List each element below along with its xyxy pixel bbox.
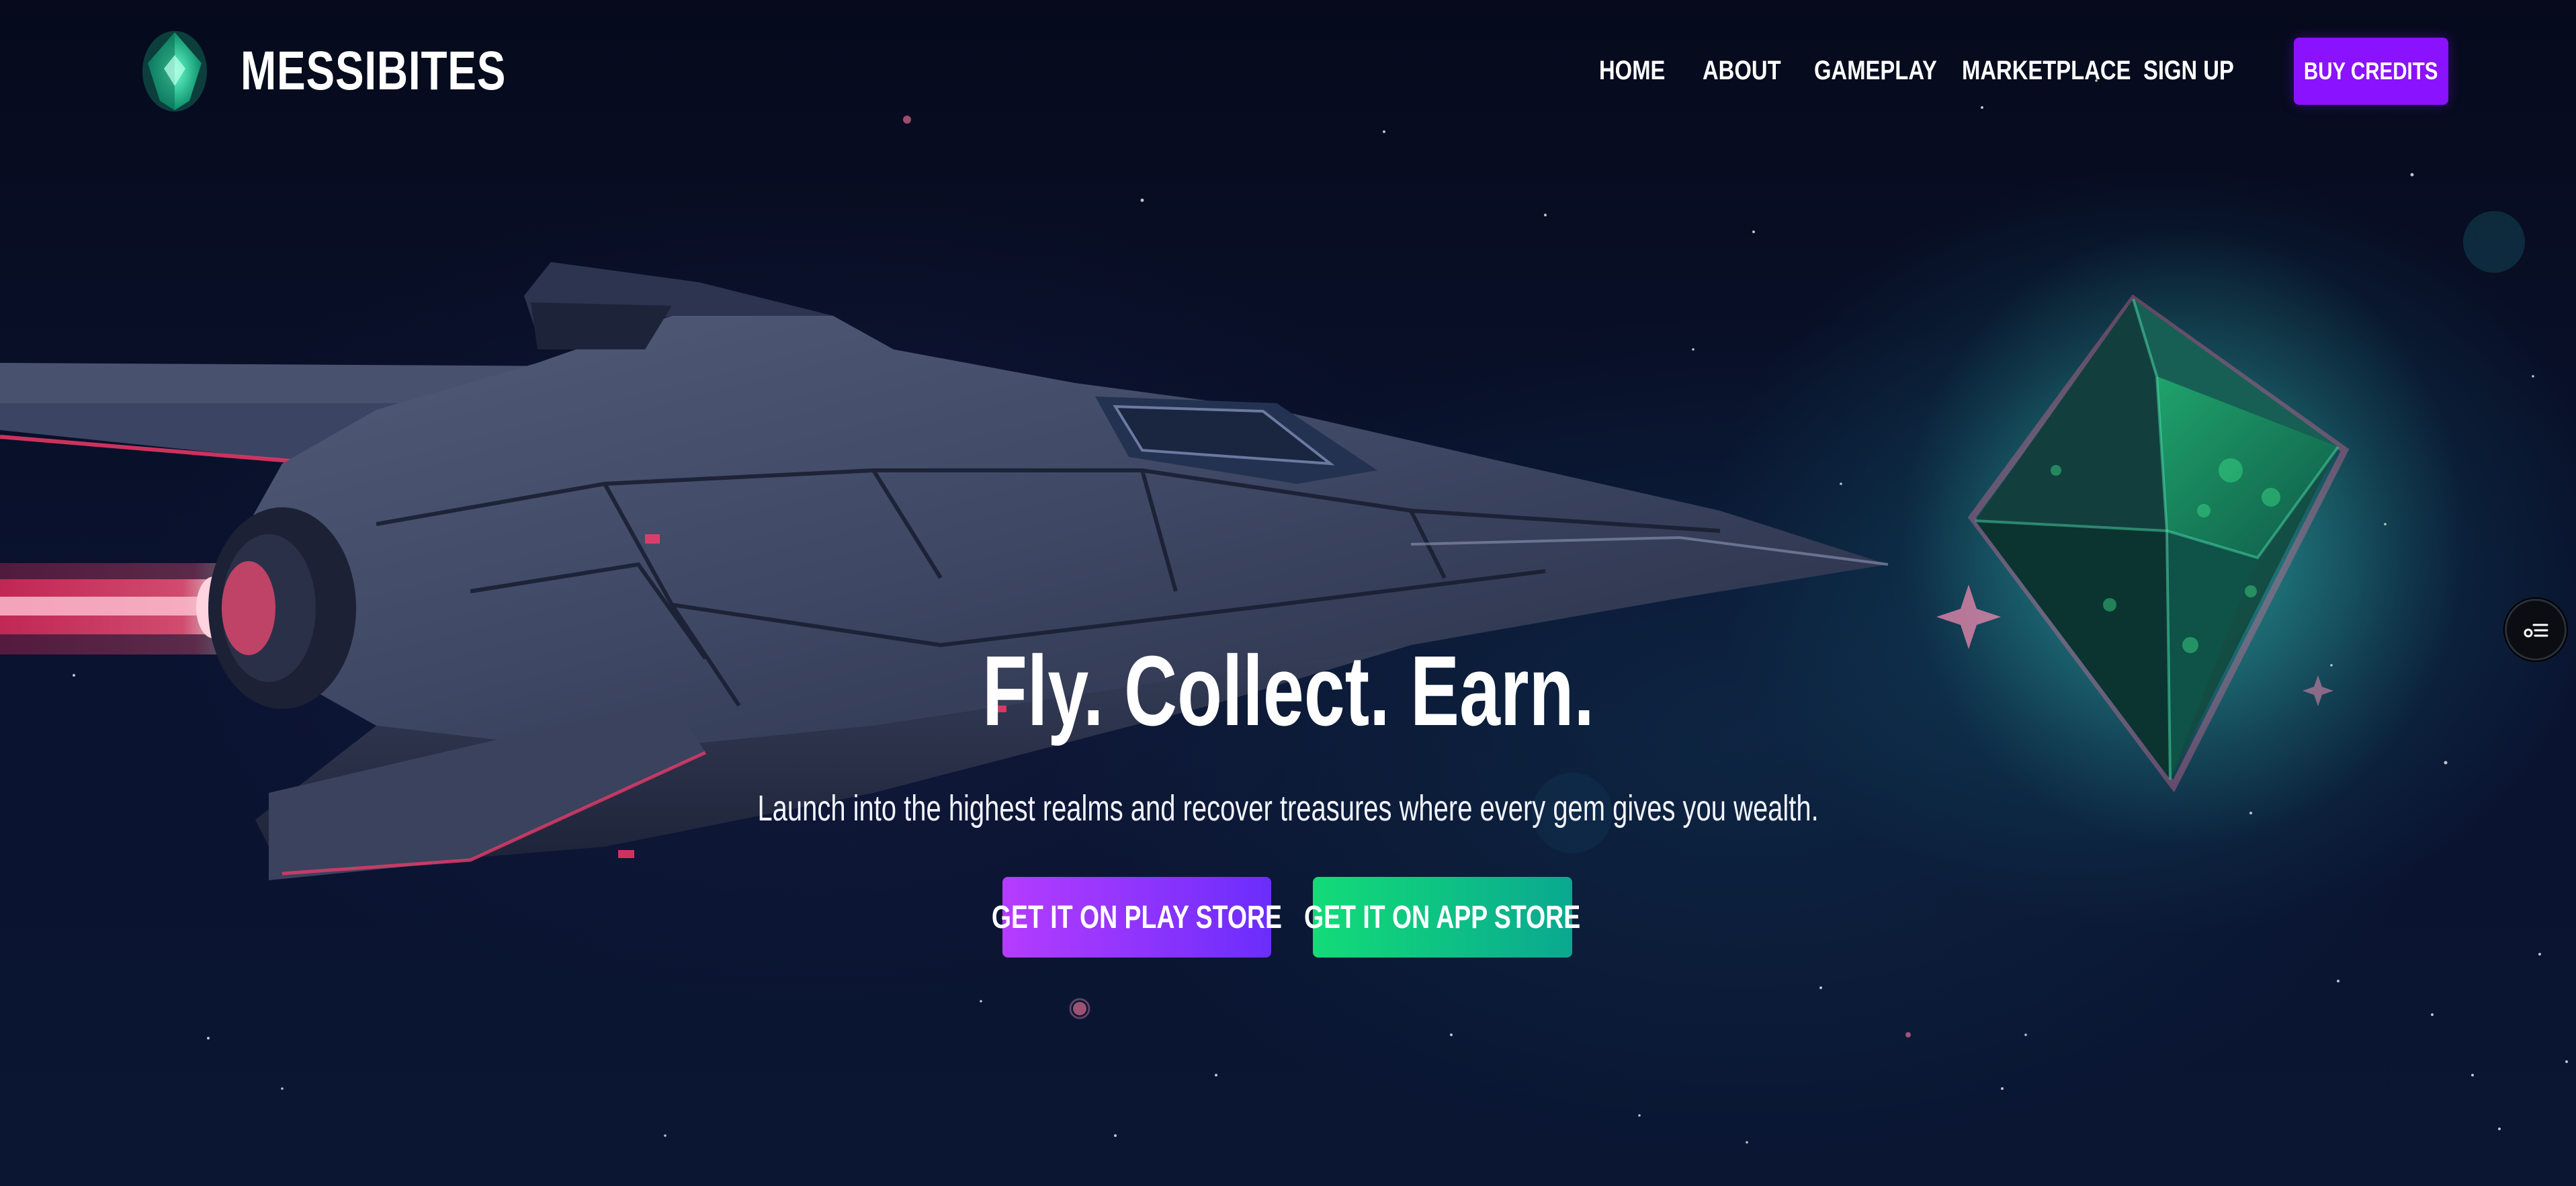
hero-title-text: Fly. Collect. Earn. bbox=[982, 636, 1594, 747]
hero-artwork bbox=[0, 228, 2466, 880]
floating-menu-button[interactable] bbox=[2505, 599, 2567, 661]
nav-sign-up[interactable]: SIGN UP bbox=[2143, 56, 2234, 86]
nav-home[interactable]: HOME bbox=[1599, 56, 1665, 86]
buy-credits-label: BUY CREDITS bbox=[2304, 57, 2438, 85]
spaceship bbox=[0, 262, 1889, 880]
thruster-beam bbox=[0, 563, 231, 654]
buy-credits-button[interactable]: BUY CREDITS bbox=[2294, 38, 2448, 105]
landing-page: MESSIBITES HOME ABOUT GAMEPLAY MARKETPLA… bbox=[0, 0, 2576, 1186]
nav-gameplay[interactable]: GAMEPLAY bbox=[1814, 56, 1937, 86]
app-store-button[interactable]: GET IT ON APP STORE bbox=[1304, 877, 1581, 958]
app-store-label: GET IT ON APP STORE bbox=[1304, 899, 1581, 935]
nav-about[interactable]: ABOUT bbox=[1703, 56, 1781, 86]
hero-subtitle-text: Launch into the highest realms and recov… bbox=[757, 788, 1819, 829]
play-store-button[interactable]: GET IT ON PLAY STORE bbox=[992, 877, 1282, 958]
hero-title: Fly. Collect. Earn. bbox=[0, 642, 2576, 741]
hero-subtitle: Launch into the highest realms and recov… bbox=[0, 790, 2576, 827]
brand-name: MESSIBITES bbox=[241, 40, 507, 101]
play-store-label: GET IT ON PLAY STORE bbox=[991, 899, 1283, 935]
brand-logo[interactable]: MESSIBITES bbox=[141, 30, 581, 113]
green-gem-icon bbox=[142, 31, 207, 112]
nav-marketplace[interactable]: MARKETPLACE bbox=[1962, 56, 2131, 86]
menu-list-icon bbox=[2524, 624, 2548, 638]
